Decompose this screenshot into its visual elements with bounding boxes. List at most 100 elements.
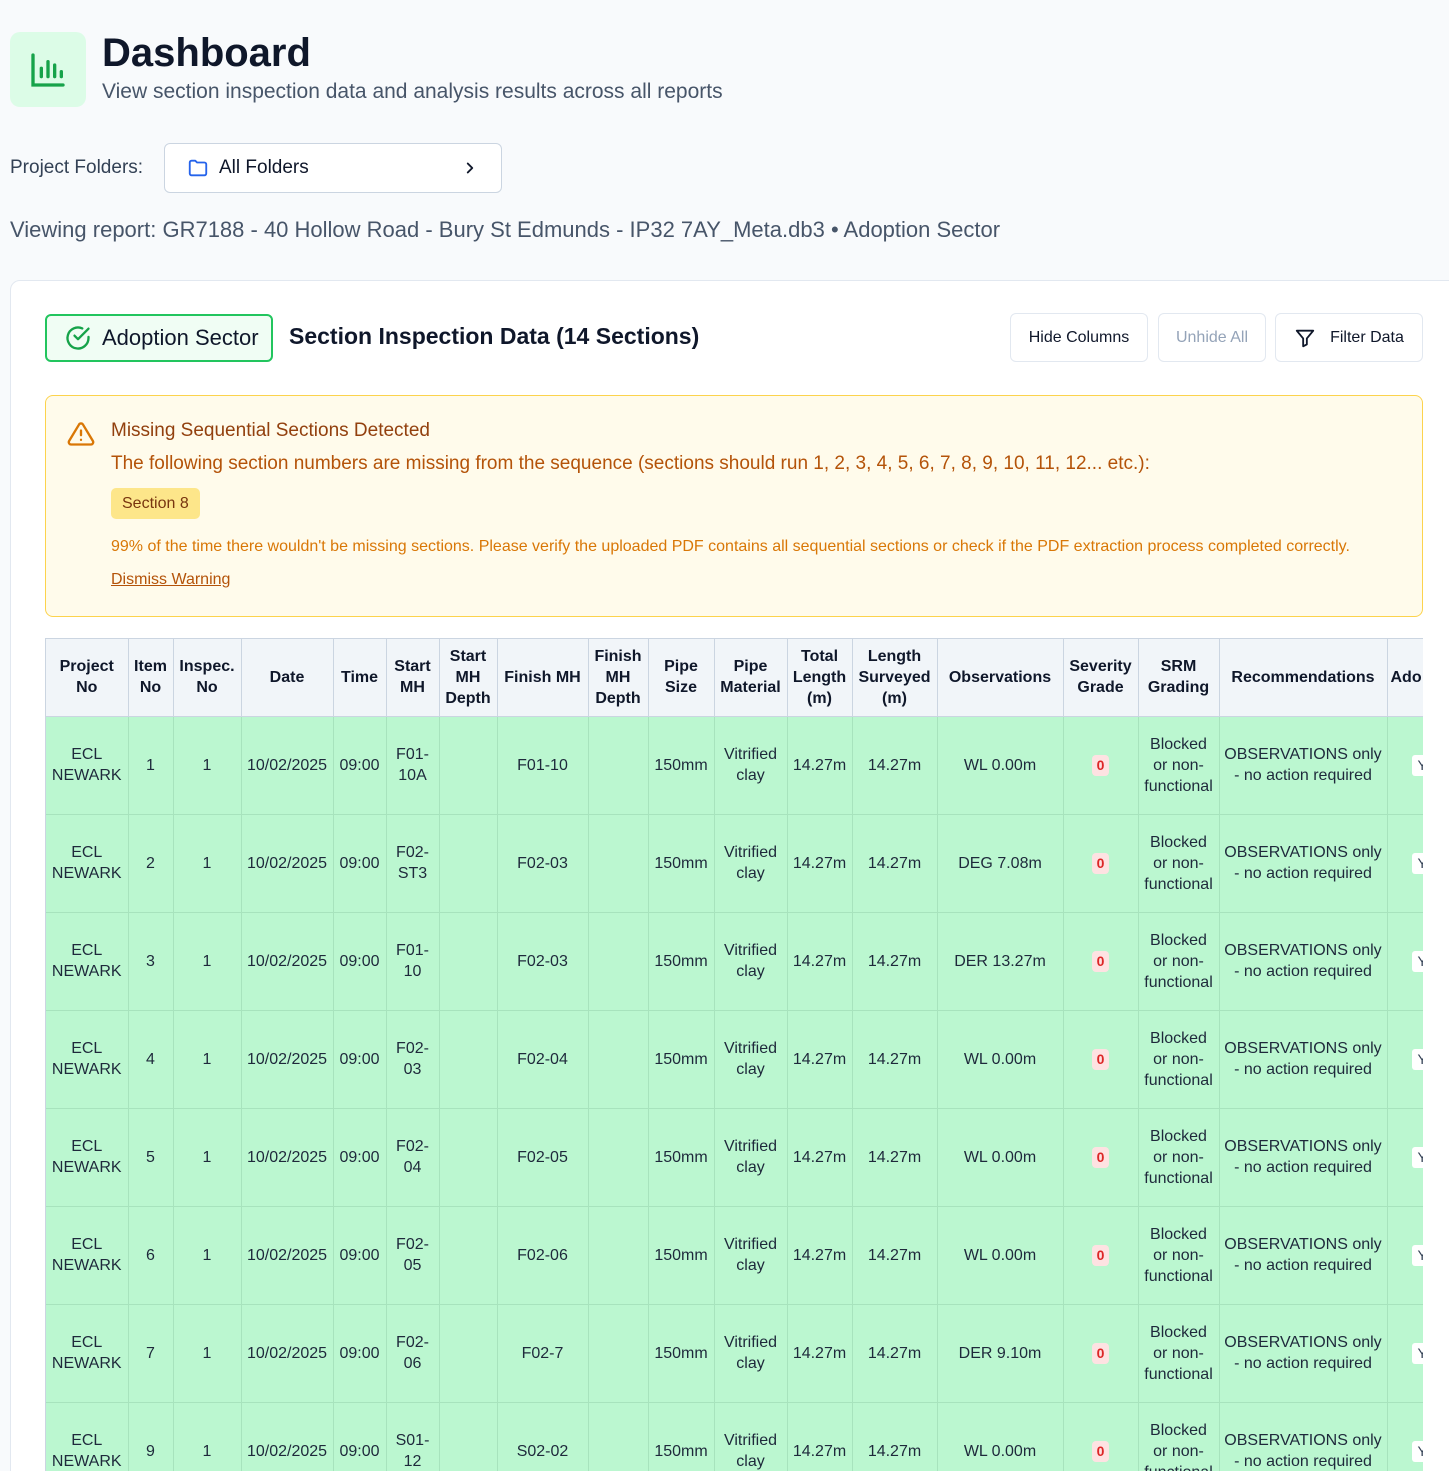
- table-cell: 14.27m: [787, 912, 853, 1011]
- table-cell: Blocked or non-functional: [1138, 912, 1220, 1011]
- table-cell: [439, 912, 498, 1011]
- table-cell: 150mm: [648, 1304, 715, 1403]
- table-cell: DER 9.10m: [937, 1304, 1064, 1403]
- severity-badge: 0: [1091, 1048, 1110, 1070]
- table-cell: WL 0.00m: [937, 716, 1064, 815]
- missing-section-chip: Section 8: [111, 488, 200, 519]
- column-header[interactable]: Finish MH Depth: [588, 639, 649, 717]
- table-cell: 1: [128, 716, 174, 815]
- table-row[interactable]: ECL NEWARK 4 1 10/02/2025 09:00 F02-03 F02-04 1…: [46, 1010, 1423, 1109]
- table-cell: [588, 912, 649, 1011]
- table-row[interactable]: ECL NEWARK 2 1 10/02/2025 09:00 F02-ST3 F02-03…: [46, 814, 1423, 913]
- table-cell: Y: [1387, 814, 1423, 913]
- column-header[interactable]: Observations: [937, 639, 1064, 717]
- table-cell: 3: [128, 912, 174, 1011]
- severity-badge: 0: [1091, 950, 1110, 972]
- column-header[interactable]: Time: [333, 639, 387, 717]
- table-cell: 1: [173, 1402, 242, 1471]
- column-header[interactable]: Start MH Depth: [439, 639, 498, 717]
- table-cell: Y: [1387, 1304, 1423, 1403]
- column-header[interactable]: Pipe Material: [714, 639, 788, 717]
- column-header[interactable]: SRM Grading: [1138, 639, 1220, 717]
- table-cell: 10/02/2025: [241, 912, 334, 1011]
- table-cell: 0: [1063, 1206, 1139, 1305]
- table-cell: 10/02/2025: [241, 1010, 334, 1109]
- table-cell: ECL NEWARK: [46, 1402, 129, 1471]
- table-cell: 0: [1063, 1304, 1139, 1403]
- table-cell: 1: [173, 716, 242, 815]
- table-cell: OBSERVATIONS only - no action required: [1219, 912, 1388, 1011]
- table-cell: [588, 1402, 649, 1471]
- table-cell: 0: [1063, 1010, 1139, 1109]
- severity-badge: 0: [1091, 852, 1110, 874]
- sector-badge-label: Adoption Sector: [102, 325, 259, 350]
- table-cell: 1: [173, 1304, 242, 1403]
- adoptable-badge: Y: [1411, 1440, 1423, 1462]
- dismiss-warning-link[interactable]: Dismiss Warning: [111, 571, 230, 589]
- warning-triangle-icon: [67, 422, 95, 446]
- table-cell: Vitrified clay: [714, 1010, 788, 1109]
- column-header[interactable]: Finish MH: [497, 639, 589, 717]
- table-cell: F02-03: [497, 912, 589, 1011]
- table-cell: 14.27m: [852, 716, 938, 815]
- page-header: Dashboard View section inspection data a…: [10, 32, 723, 107]
- table-cell: 09:00: [333, 1402, 387, 1471]
- column-header[interactable]: Inspec. No: [173, 639, 242, 717]
- table-cell: 10/02/2025: [241, 1206, 334, 1305]
- table-cell: 7: [128, 1304, 174, 1403]
- table-cell: 6: [128, 1206, 174, 1305]
- column-header[interactable]: Project No: [46, 639, 129, 717]
- table-cell: 14.27m: [787, 1402, 853, 1471]
- table-cell: ECL NEWARK: [46, 912, 129, 1011]
- column-header[interactable]: Severity Grade: [1063, 639, 1139, 717]
- folder-selector-value: All Folders: [219, 157, 309, 178]
- table-cell: 2: [128, 814, 174, 913]
- table-header-row: Project No Item No Inspec. No Date Time Start…: [46, 639, 1423, 717]
- hide-columns-button[interactable]: Hide Columns: [1010, 313, 1148, 362]
- table-cell: DEG 7.08m: [937, 814, 1064, 913]
- bar-chart-icon: [31, 52, 65, 87]
- column-header[interactable]: Recommendations: [1219, 639, 1388, 717]
- table-row[interactable]: ECL NEWARK 1 1 10/02/2025 09:00 F01-10A F01-10…: [46, 716, 1423, 815]
- column-header[interactable]: Length Surveyed (m): [852, 639, 938, 717]
- inspection-card: Adoption Sector Section Inspection Data …: [10, 280, 1449, 1471]
- table-row[interactable]: ECL NEWARK 5 1 10/02/2025 09:00 F02-04 F02-05 1…: [46, 1108, 1423, 1207]
- table-cell: 14.27m: [787, 1010, 853, 1109]
- column-header[interactable]: Item No: [128, 639, 174, 717]
- table-cell: 10/02/2025: [241, 1108, 334, 1207]
- table-row[interactable]: ECL NEWARK 9 1 10/02/2025 09:00 S01-12 S02-02 1…: [46, 1402, 1423, 1471]
- column-header[interactable]: Ado: [1387, 639, 1423, 717]
- table-cell: [588, 1108, 649, 1207]
- severity-badge: 0: [1091, 1342, 1110, 1364]
- filter-data-button[interactable]: Filter Data: [1275, 313, 1423, 362]
- page-subtitle: View section inspection data and analysi…: [102, 80, 723, 103]
- table-cell: 5: [128, 1108, 174, 1207]
- table-body: ECL NEWARK 1 1 10/02/2025 09:00 F01-10A F01-10…: [46, 716, 1423, 1471]
- folder-selector[interactable]: All Folders: [164, 143, 502, 193]
- table-cell: Vitrified clay: [714, 814, 788, 913]
- column-header[interactable]: Start MH: [386, 639, 440, 717]
- table-cell: Vitrified clay: [714, 1304, 788, 1403]
- table-row[interactable]: ECL NEWARK 7 1 10/02/2025 09:00 F02-06 F02-7 15…: [46, 1304, 1423, 1403]
- table-cell: [439, 1010, 498, 1109]
- chevron-right-icon: [466, 162, 474, 174]
- sector-badge[interactable]: Adoption Sector: [45, 314, 273, 362]
- table-cell: [439, 1304, 498, 1403]
- inspection-table-container[interactable]: Project No Item No Inspec. No Date Time Start…: [45, 638, 1423, 1471]
- adoptable-badge: Y: [1411, 1146, 1423, 1168]
- table-row[interactable]: ECL NEWARK 3 1 10/02/2025 09:00 F01-10 F02-03 1…: [46, 912, 1423, 1011]
- column-header[interactable]: Date: [241, 639, 334, 717]
- adoptable-badge: Y: [1411, 950, 1423, 972]
- table-cell: OBSERVATIONS only - no action required: [1219, 1402, 1388, 1471]
- table-cell: [588, 716, 649, 815]
- filter-icon: [1295, 329, 1315, 347]
- column-header[interactable]: Total Length (m): [787, 639, 853, 717]
- table-cell: 4: [128, 1010, 174, 1109]
- column-header[interactable]: Pipe Size: [648, 639, 715, 717]
- table-row[interactable]: ECL NEWARK 6 1 10/02/2025 09:00 F02-05 F02-06 1…: [46, 1206, 1423, 1305]
- severity-badge: 0: [1091, 754, 1110, 776]
- unhide-all-button[interactable]: Unhide All: [1158, 313, 1266, 362]
- adoptable-badge: Y: [1411, 1048, 1423, 1070]
- table-cell: Blocked or non-functional: [1138, 1108, 1220, 1207]
- table-cell: F02-7: [497, 1304, 589, 1403]
